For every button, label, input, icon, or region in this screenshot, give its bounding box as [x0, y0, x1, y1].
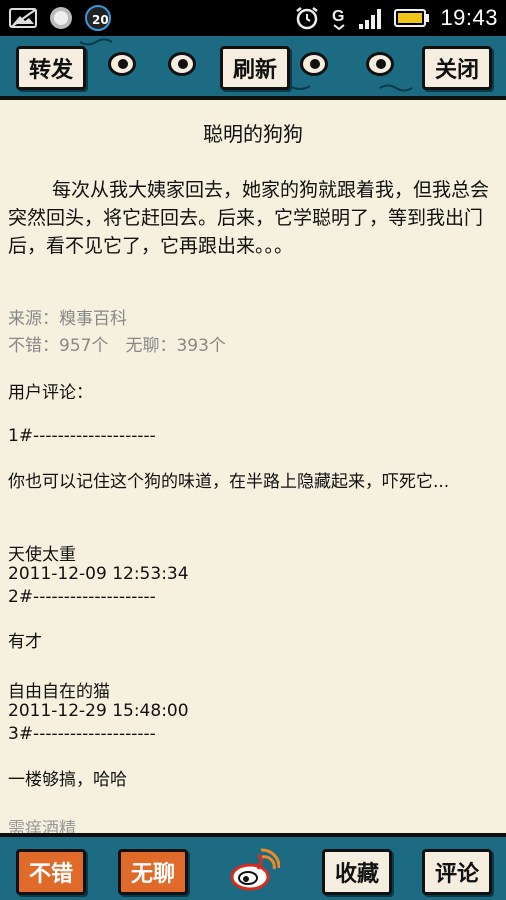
comment-author: 自由自在的猫: [8, 682, 110, 702]
article-title: 聪明的狗狗: [203, 122, 303, 146]
image-icon: [8, 4, 38, 32]
notification-count: 20: [92, 13, 109, 27]
comments-heading: 用户评论：: [8, 383, 93, 403]
article-body: 每次从我大姨家回去，她家的狗就跟着我，但我总会突然回头，将它赶回去。后来，它学聪…: [8, 179, 490, 257]
comment-time: 2011-12-09 12:53:34: [8, 564, 189, 584]
alarm-icon: [294, 4, 320, 32]
svg-text:G: G: [332, 8, 344, 25]
article-source: 来源：糗事百科: [8, 309, 127, 329]
article-stats: 不错：957个 无聊：393个: [8, 336, 226, 356]
eye-right-icon: [300, 52, 328, 76]
eye-right2-icon: [366, 52, 394, 76]
comment-text: 你也可以记住这个狗的味道，在半路上隐藏起来，吓死它...: [8, 472, 450, 492]
eye-left-icon: [108, 52, 136, 76]
status-bar: 20 G 19:43: [0, 0, 506, 36]
g-icon: G: [330, 4, 348, 32]
comment-number: 2#--------------------: [8, 587, 156, 607]
record-icon: [48, 4, 74, 32]
comment-text: 一楼够搞，哈哈: [8, 770, 127, 790]
comment-text: 有才: [8, 632, 42, 652]
bottom-toolbar: 不错 无聊 收藏 评论: [0, 833, 506, 900]
notification-count-badge: 20: [84, 4, 112, 32]
top-toolbar: 转发 刷新 关闭: [0, 36, 506, 100]
comment-author: 天使太重: [8, 545, 76, 565]
comment-number: 3#--------------------: [8, 724, 156, 744]
close-button[interactable]: 关闭: [422, 46, 492, 90]
signal-icon: [358, 4, 384, 32]
forward-button[interactable]: 转发: [16, 46, 86, 90]
comment-time: 2011-12-29 15:48:00: [8, 701, 189, 721]
favorite-button[interactable]: 收藏: [322, 849, 392, 895]
good-button[interactable]: 不错: [16, 849, 86, 895]
boring-button[interactable]: 无聊: [118, 849, 188, 895]
eye-left2-icon: [168, 52, 196, 76]
comment-number: 1#--------------------: [8, 426, 156, 446]
clock: 19:43: [440, 5, 498, 30]
battery-icon: [394, 4, 430, 32]
article-content[interactable]: 聪明的狗狗 每次从我大姨家回去，她家的狗就跟着我，但我总会突然回头，将它赶回去。…: [0, 100, 506, 833]
comment-author: 需痒酒精: [8, 819, 76, 833]
weibo-share-icon[interactable]: [228, 847, 281, 893]
refresh-button[interactable]: 刷新: [220, 46, 290, 90]
comment-button[interactable]: 评论: [422, 849, 492, 895]
